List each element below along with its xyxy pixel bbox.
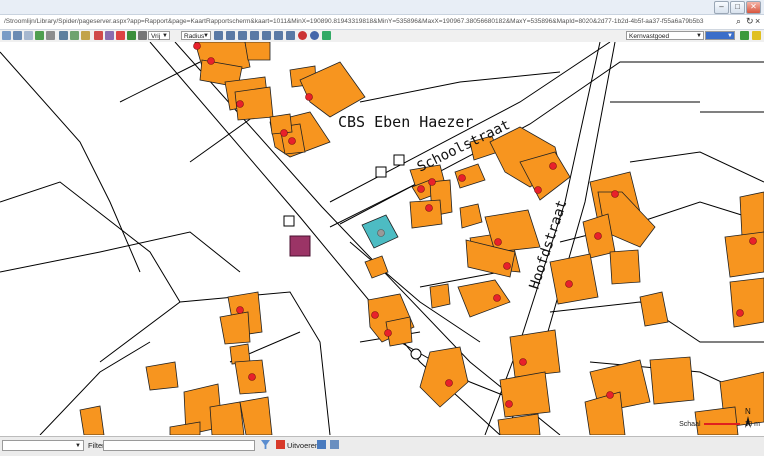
layer-dropdown[interactable]: Kernvastgoed ▼ — [626, 31, 704, 40]
measure-icon[interactable] — [94, 31, 103, 40]
select-mode-value: Vrij — [151, 33, 161, 40]
execute-icon[interactable] — [276, 440, 285, 449]
draw-icon[interactable] — [105, 31, 114, 40]
info-icon[interactable] — [752, 31, 761, 40]
scale-line — [704, 423, 741, 426]
execute-button[interactable]: Uitvoeren — [287, 441, 319, 450]
layer-value-dropdown[interactable]: ▼ — [705, 31, 735, 40]
select-icon[interactable] — [59, 31, 68, 40]
layers-icon[interactable] — [70, 31, 79, 40]
full-extent-icon[interactable] — [46, 31, 55, 40]
map-label-cbs: CBS Eben Haezer — [338, 113, 473, 131]
attribute-dropdown[interactable]: ▼ — [2, 440, 84, 451]
zoom-in-icon[interactable] — [2, 31, 11, 40]
tool-icon[interactable] — [214, 31, 223, 40]
refresh-map-icon[interactable] — [35, 31, 44, 40]
bottom-toolbar: ▼ Filter Uitvoeren — [0, 436, 764, 456]
close-icon[interactable]: × — [755, 16, 760, 26]
layer-value: Kernvastgoed — [629, 33, 670, 40]
tool-icon[interactable] — [226, 31, 235, 40]
tool-icon[interactable] — [250, 31, 259, 40]
browser-title-bar: – □ ✕ — [0, 0, 764, 15]
export-icon[interactable] — [127, 31, 136, 40]
marker-icon[interactable] — [116, 31, 125, 40]
print-icon[interactable] — [138, 31, 147, 40]
north-label: N — [745, 407, 751, 416]
filter-icon[interactable] — [261, 440, 270, 449]
select-mode-dropdown[interactable]: Vrij ▼ — [148, 31, 170, 40]
radius-value: Radius — [184, 33, 205, 40]
scale-value: 10 m — [744, 421, 760, 428]
close-button[interactable]: ✕ — [746, 1, 761, 14]
filter-input[interactable] — [103, 440, 255, 451]
radius-dropdown[interactable]: Radius ▼ — [181, 31, 211, 40]
pan-icon[interactable] — [24, 31, 33, 40]
record-icon[interactable] — [298, 31, 307, 40]
table-icon[interactable] — [330, 440, 339, 449]
selection-marker[interactable] — [289, 235, 311, 257]
map-svg[interactable]: CBS Eben Haezer Schoolstraat Hoofdstraat… — [0, 42, 764, 435]
legend-icon[interactable] — [81, 31, 90, 40]
tool-icon[interactable] — [238, 31, 247, 40]
grid-icon[interactable] — [322, 31, 331, 40]
map-canvas[interactable]: CBS Eben Haezer Schoolstraat Hoofdstraat… — [0, 42, 764, 435]
address-text[interactable]: /Stroomlijn/Library/Spider/pageserver.as… — [4, 16, 724, 28]
address-bar[interactable]: /Stroomlijn/Library/Spider/pageserver.as… — [0, 15, 764, 30]
scale-label: Schaal — [679, 421, 701, 428]
refresh-icon[interactable]: ↻ — [746, 16, 754, 27]
search-icon[interactable]: ⌕ — [736, 16, 741, 27]
maximize-button[interactable]: □ — [730, 1, 745, 14]
tool-icon[interactable] — [262, 31, 271, 40]
scale-bar: Schaal 10 m — [679, 421, 760, 431]
zoom-out-icon[interactable] — [13, 31, 22, 40]
tool-icon[interactable] — [274, 31, 283, 40]
export-grid-icon[interactable] — [317, 440, 326, 449]
add-icon[interactable] — [740, 31, 749, 40]
tool-icon[interactable] — [286, 31, 295, 40]
globe-icon[interactable] — [310, 31, 319, 40]
minimize-button[interactable]: – — [714, 1, 729, 14]
